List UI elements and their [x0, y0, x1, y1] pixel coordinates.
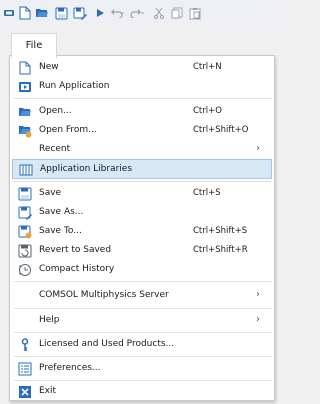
quick-access-toolbar — [0, 0, 284, 26]
menu-item-label: Recent — [39, 144, 71, 154]
save-as-icon — [18, 206, 32, 220]
chevron-right-icon: › — [256, 143, 260, 154]
file-tab[interactable]: File — [11, 33, 57, 58]
undo-icon[interactable] — [110, 6, 124, 20]
menu-item-save-to[interactable]: Save To... Ctrl+Shift+S — [10, 222, 274, 242]
menu-item-exit[interactable]: Exit — [10, 382, 274, 402]
menu-item-new[interactable]: New Ctrl+N — [10, 58, 274, 78]
menu-separator — [14, 356, 272, 357]
menu-item-label: Application Libraries — [40, 164, 133, 174]
menu-item-label: Licensed and Used Products... — [39, 339, 175, 349]
menu-item-compact-history[interactable]: Compact History — [10, 260, 274, 280]
menu-item-label: Preferences... — [39, 363, 101, 373]
file-menu: New Ctrl+N Run Application Open... Ctrl+… — [9, 55, 275, 401]
menu-separator — [14, 181, 272, 182]
new-icon[interactable] — [18, 6, 32, 20]
copy-icon[interactable] — [170, 6, 184, 20]
shortcut-label: Ctrl+N — [193, 62, 222, 72]
redo-icon[interactable] — [130, 6, 144, 20]
preferences-icon — [18, 362, 32, 376]
menu-item-label: Exit — [39, 386, 57, 396]
app-icon[interactable] — [2, 6, 16, 20]
shortcut-label: Ctrl+Shift+S — [193, 226, 248, 236]
menu-item-help[interactable]: Help › — [10, 311, 274, 331]
menu-item-revert-to-saved[interactable]: Revert to Saved Ctrl+Shift+R — [10, 241, 274, 261]
menu-separator — [14, 98, 272, 99]
menu-separator — [14, 281, 272, 282]
save-icon[interactable] — [54, 6, 68, 20]
exit-icon — [18, 385, 32, 399]
menu-item-label: Revert to Saved — [39, 245, 112, 255]
menu-item-open[interactable]: Open... Ctrl+O — [10, 102, 274, 122]
menu-item-preferences[interactable]: Preferences... — [10, 359, 274, 379]
shortcut-label: Ctrl+Shift+R — [193, 245, 248, 255]
open-icon[interactable] — [35, 6, 49, 20]
application-libraries-icon — [19, 163, 33, 177]
compact-history-icon — [18, 263, 32, 277]
menu-item-label: Save As... — [39, 207, 84, 217]
menu-item-run-application[interactable]: Run Application — [10, 77, 274, 97]
menu-item-label: Save To... — [39, 226, 82, 236]
shortcut-label: Ctrl+O — [193, 106, 222, 116]
menu-item-comsol-server[interactable]: COMSOL Multiphysics Server › — [10, 286, 274, 306]
menu-item-label: Run Application — [39, 81, 110, 91]
save-to-icon — [18, 225, 32, 239]
shortcut-label: Ctrl+S — [193, 188, 221, 198]
menu-item-recent[interactable]: Recent › — [10, 140, 274, 160]
run-icon[interactable] — [93, 6, 107, 20]
revert-icon — [18, 244, 32, 258]
run-application-icon — [18, 80, 32, 94]
cut-icon[interactable] — [152, 6, 166, 20]
save-icon — [18, 187, 32, 201]
menu-separator — [14, 332, 272, 333]
shortcut-label: Ctrl+Shift+O — [193, 125, 249, 135]
save-as-icon[interactable] — [73, 6, 87, 20]
menu-separator — [14, 308, 272, 309]
paste-icon[interactable] — [188, 6, 202, 20]
key-icon — [18, 338, 32, 352]
menu-item-label: Help — [39, 315, 60, 325]
new-file-icon — [18, 61, 32, 75]
menu-item-open-from[interactable]: Open From... Ctrl+Shift+O — [10, 121, 274, 141]
menu-item-label: Compact History — [39, 264, 115, 274]
menu-item-application-libraries[interactable]: Application Libraries — [12, 159, 272, 179]
menu-item-label: New — [39, 62, 59, 72]
chevron-right-icon: › — [256, 289, 260, 300]
open-from-icon — [18, 124, 32, 138]
chevron-right-icon: › — [256, 314, 260, 325]
menu-item-licensed-products[interactable]: Licensed and Used Products... — [10, 335, 274, 355]
menu-item-label: Open... — [39, 106, 72, 116]
menu-separator — [14, 380, 272, 381]
menu-item-label: Open From... — [39, 125, 97, 135]
menu-item-save[interactable]: Save Ctrl+S — [10, 184, 274, 204]
menu-item-label: COMSOL Multiphysics Server — [39, 290, 169, 300]
open-folder-icon — [18, 105, 32, 119]
menu-item-save-as[interactable]: Save As... — [10, 203, 274, 223]
menu-item-label: Save — [39, 188, 62, 198]
